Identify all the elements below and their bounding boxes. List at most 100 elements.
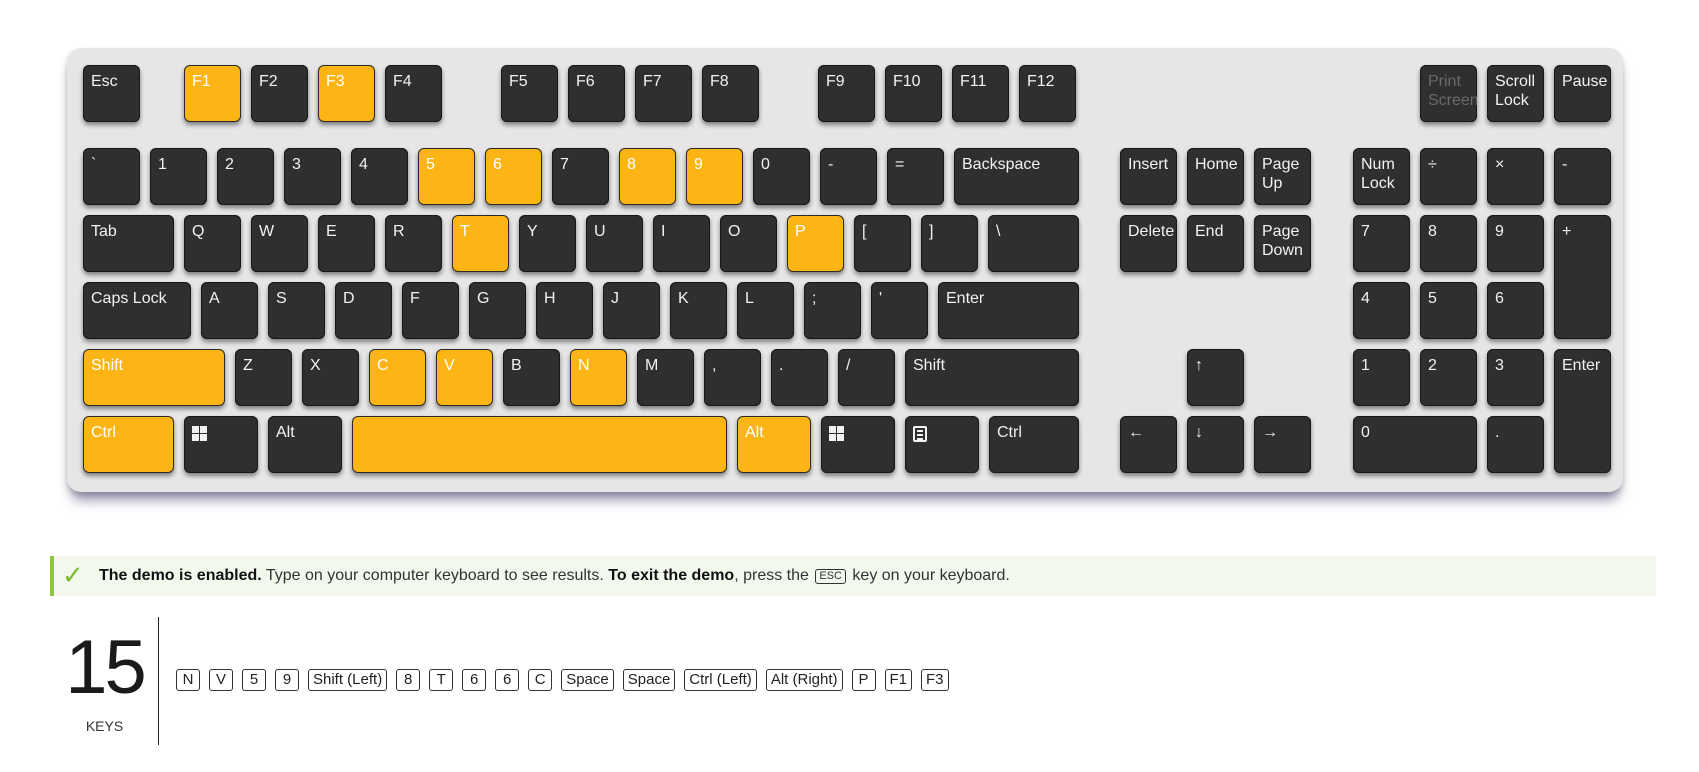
key-numplus[interactable]: + — [1554, 215, 1611, 339]
key-rbracket[interactable]: ] — [921, 215, 978, 272]
key-a[interactable]: A — [201, 282, 258, 339]
key-e[interactable]: E — [318, 215, 375, 272]
key-p[interactable]: P — [787, 215, 844, 272]
key-space[interactable] — [352, 416, 727, 473]
key-c[interactable]: C — [369, 349, 426, 406]
key-quote[interactable]: ' — [871, 282, 928, 339]
key-u[interactable]: U — [586, 215, 643, 272]
key-d6[interactable]: 6 — [485, 148, 542, 205]
key-w[interactable]: W — [251, 215, 308, 272]
key-d5[interactable]: 5 — [418, 148, 475, 205]
key-d4[interactable]: 4 — [351, 148, 408, 205]
key-delete[interactable]: Delete — [1120, 215, 1177, 272]
key-d1[interactable]: 1 — [150, 148, 207, 205]
key-num3[interactable]: 3 — [1487, 349, 1544, 406]
key-backslash[interactable]: \ — [988, 215, 1079, 272]
key-lbracket[interactable]: [ — [854, 215, 911, 272]
key-d8[interactable]: 8 — [619, 148, 676, 205]
key-q[interactable]: Q — [184, 215, 241, 272]
key-capslock[interactable]: Caps Lock — [83, 282, 191, 339]
key-num7[interactable]: 7 — [1353, 215, 1410, 272]
key-k[interactable]: K — [670, 282, 727, 339]
key-d[interactable]: D — [335, 282, 392, 339]
key-f9[interactable]: F9 — [818, 65, 875, 122]
key-insert[interactable]: Insert — [1120, 148, 1177, 205]
key-numminus[interactable]: - — [1554, 148, 1611, 205]
key-v[interactable]: V — [436, 349, 493, 406]
key-n[interactable]: N — [570, 349, 627, 406]
key-esc[interactable]: Esc — [83, 65, 140, 122]
key-x[interactable]: X — [302, 349, 359, 406]
key-minus[interactable]: - — [820, 148, 877, 205]
key-up[interactable]: ↑ — [1187, 349, 1244, 406]
key-nummul[interactable]: × — [1487, 148, 1544, 205]
key-i[interactable]: I — [653, 215, 710, 272]
key-rwin[interactable] — [821, 416, 895, 473]
key-m[interactable]: M — [637, 349, 694, 406]
key-right[interactable]: → — [1254, 416, 1311, 473]
key-f7[interactable]: F7 — [635, 65, 692, 122]
key-num0[interactable]: 0 — [1353, 416, 1477, 473]
key-f[interactable]: F — [402, 282, 459, 339]
key-f6[interactable]: F6 — [568, 65, 625, 122]
key-slash[interactable]: / — [838, 349, 895, 406]
key-menu[interactable] — [905, 416, 979, 473]
key-num1[interactable]: 1 — [1353, 349, 1410, 406]
key-scrolllock[interactable]: Scroll Lock — [1487, 65, 1544, 122]
key-numdiv[interactable]: ÷ — [1420, 148, 1477, 205]
key-left[interactable]: ← — [1120, 416, 1177, 473]
key-f1[interactable]: F1 — [184, 65, 241, 122]
key-semicolon[interactable]: ; — [804, 282, 861, 339]
key-numdot[interactable]: . — [1487, 416, 1544, 473]
key-numenter[interactable]: Enter — [1554, 349, 1611, 473]
key-num2[interactable]: 2 — [1420, 349, 1477, 406]
key-tab[interactable]: Tab — [83, 215, 174, 272]
key-s[interactable]: S — [268, 282, 325, 339]
key-comma[interactable]: , — [704, 349, 761, 406]
key-d9[interactable]: 9 — [686, 148, 743, 205]
key-num8[interactable]: 8 — [1420, 215, 1477, 272]
key-lshift[interactable]: Shift — [83, 349, 225, 406]
key-f11[interactable]: F11 — [952, 65, 1009, 122]
key-d3[interactable]: 3 — [284, 148, 341, 205]
key-d0[interactable]: 0 — [753, 148, 810, 205]
key-t[interactable]: T — [452, 215, 509, 272]
key-lalt[interactable]: Alt — [268, 416, 342, 473]
key-num9[interactable]: 9 — [1487, 215, 1544, 272]
key-equals[interactable]: = — [887, 148, 944, 205]
key-l[interactable]: L — [737, 282, 794, 339]
key-j[interactable]: J — [603, 282, 660, 339]
key-f12[interactable]: F12 — [1019, 65, 1076, 122]
key-numlock[interactable]: Num Lock — [1353, 148, 1410, 205]
key-f3[interactable]: F3 — [318, 65, 375, 122]
key-pagedown[interactable]: Page Down — [1254, 215, 1311, 272]
key-f2[interactable]: F2 — [251, 65, 308, 122]
key-f5[interactable]: F5 — [501, 65, 558, 122]
key-d7[interactable]: 7 — [552, 148, 609, 205]
key-rshift[interactable]: Shift — [905, 349, 1079, 406]
key-f4[interactable]: F4 — [385, 65, 442, 122]
key-f8[interactable]: F8 — [702, 65, 759, 122]
key-home[interactable]: Home — [1187, 148, 1244, 205]
key-ralt[interactable]: Alt — [737, 416, 811, 473]
key-down[interactable]: ↓ — [1187, 416, 1244, 473]
key-b[interactable]: B — [503, 349, 560, 406]
key-z[interactable]: Z — [235, 349, 292, 406]
key-f10[interactable]: F10 — [885, 65, 942, 122]
key-pause[interactable]: Pause — [1554, 65, 1611, 122]
key-pageup[interactable]: Page Up — [1254, 148, 1311, 205]
key-num5[interactable]: 5 — [1420, 282, 1477, 339]
key-printscreen[interactable]: Print Screen — [1420, 65, 1477, 122]
key-num6[interactable]: 6 — [1487, 282, 1544, 339]
key-lwin[interactable] — [184, 416, 258, 473]
key-h[interactable]: H — [536, 282, 593, 339]
key-rctrl[interactable]: Ctrl — [989, 416, 1079, 473]
key-g[interactable]: G — [469, 282, 526, 339]
key-lctrl[interactable]: Ctrl — [83, 416, 174, 473]
key-d2[interactable]: 2 — [217, 148, 274, 205]
key-period[interactable]: . — [771, 349, 828, 406]
key-r[interactable]: R — [385, 215, 442, 272]
key-backspace[interactable]: Backspace — [954, 148, 1079, 205]
key-o[interactable]: O — [720, 215, 777, 272]
key-enter[interactable]: Enter — [938, 282, 1079, 339]
